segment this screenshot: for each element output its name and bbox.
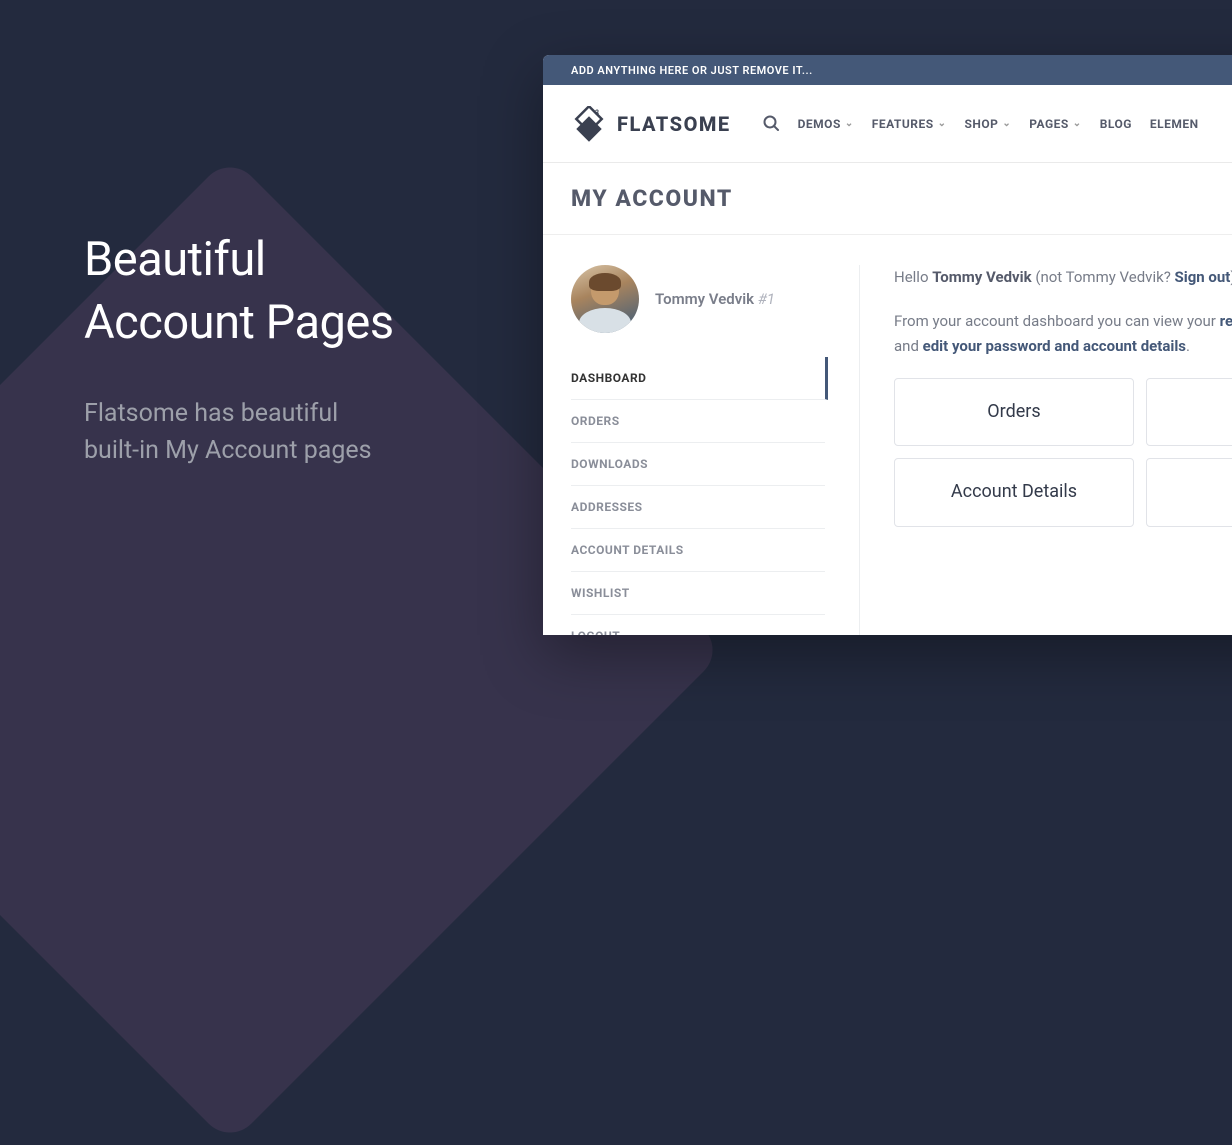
account-content: Hello Tommy Vedvik (not Tommy Vedvik? Si… [859, 265, 1232, 635]
menu-orders[interactable]: ORDERS [571, 400, 825, 443]
account-menu: DASHBOARD ORDERS DOWNLOADS ADDRESSES ACC… [571, 357, 825, 635]
nav-blog-label: BLOG [1100, 117, 1132, 131]
tile-account-details[interactable]: Account Details [894, 458, 1134, 527]
menu-logout[interactable]: LOGOUT [571, 615, 825, 635]
chevron-down-icon: ⌄ [1073, 118, 1082, 129]
main-header: 3 FLATSOME DEMOS ⌄ FEATURES ⌄ SHOP [543, 85, 1232, 163]
logo-text: FLATSOME [617, 112, 731, 136]
main-nav: DEMOS ⌄ FEATURES ⌄ SHOP ⌄ PAGES ⌄ BLOG E… [763, 115, 1199, 132]
menu-addresses[interactable]: ADDRESSES [571, 486, 825, 529]
hero-title: Beautiful Account Pages [84, 228, 504, 355]
hero-section: Beautiful Account Pages Flatsome has bea… [84, 228, 504, 470]
hero-subtitle-line2: built-in My Account pages [84, 436, 372, 465]
hero-subtitle-line1: Flatsome has beautiful [84, 399, 338, 428]
edit-details-link[interactable]: edit your password and account details [923, 337, 1186, 355]
user-row: Tommy Vedvik #1 [571, 265, 825, 333]
chevron-down-icon: ⌄ [845, 118, 854, 129]
nav-pages[interactable]: PAGES ⌄ [1029, 117, 1081, 131]
user-badge: #1 [758, 290, 775, 308]
nav-elements-label: ELEMEN [1150, 117, 1199, 131]
intro-part1: From your account dashboard you can view… [894, 312, 1220, 330]
flatsome-logo-icon: 3 [571, 106, 607, 142]
recent-orders-link[interactable]: recen [1220, 312, 1232, 330]
nav-pages-label: PAGES [1029, 117, 1069, 131]
dashboard-tiles: Orders Down Account Details Wis [894, 378, 1232, 527]
hero-title-line1: Beautiful [84, 232, 266, 287]
menu-account-details[interactable]: ACCOUNT DETAILS [571, 529, 825, 572]
search-icon[interactable] [763, 115, 780, 132]
menu-downloads[interactable]: DOWNLOADS [571, 443, 825, 486]
chevron-down-icon: ⌄ [938, 118, 947, 129]
intro-part3: . [1186, 337, 1190, 355]
logo[interactable]: 3 FLATSOME [571, 106, 731, 142]
page-title: MY ACCOUNT [571, 185, 1232, 212]
page-title-bar: MY ACCOUNT [543, 163, 1232, 235]
avatar [571, 265, 639, 333]
top-bar: ADD ANYTHING HERE OR JUST REMOVE IT... A… [543, 55, 1232, 85]
account-sidebar: Tommy Vedvik #1 DASHBOARD ORDERS DOWNLOA… [571, 265, 825, 635]
user-name-text: Tommy Vedvik [655, 290, 754, 308]
nav-shop-label: SHOP [964, 117, 998, 131]
tile-orders[interactable]: Orders [894, 378, 1134, 447]
nav-blog[interactable]: BLOG [1100, 117, 1132, 131]
intro-text: From your account dashboard you can view… [894, 309, 1232, 360]
intro-part2: and [894, 337, 923, 355]
nav-features-label: FEATURES [872, 117, 934, 131]
account-body: Tommy Vedvik #1 DASHBOARD ORDERS DOWNLOA… [543, 235, 1232, 635]
greeting-name: Tommy Vedvik [932, 268, 1031, 286]
nav-demos[interactable]: DEMOS ⌄ [798, 117, 854, 131]
nav-features[interactable]: FEATURES ⌄ [872, 117, 947, 131]
hero-subtitle: Flatsome has beautiful built-in My Accou… [84, 395, 504, 470]
hero-title-line2: Account Pages [84, 295, 394, 350]
chevron-down-icon: ⌄ [1002, 118, 1011, 129]
tile-downloads[interactable]: Down [1146, 378, 1232, 447]
nav-demos-label: DEMOS [798, 117, 841, 131]
user-name: Tommy Vedvik #1 [655, 290, 775, 308]
top-bar-message: ADD ANYTHING HERE OR JUST REMOVE IT... [571, 64, 813, 77]
greeting-prefix: Hello [894, 268, 932, 286]
greeting-not: (not Tommy Vedvik? [1032, 268, 1175, 286]
nav-elements[interactable]: ELEMEN [1150, 117, 1199, 131]
nav-shop[interactable]: SHOP ⌄ [964, 117, 1011, 131]
menu-wishlist[interactable]: WISHLIST [571, 572, 825, 615]
browser-window: ADD ANYTHING HERE OR JUST REMOVE IT... A… [543, 55, 1232, 635]
signout-link[interactable]: Sign out [1175, 268, 1231, 286]
greeting: Hello Tommy Vedvik (not Tommy Vedvik? Si… [894, 265, 1232, 291]
svg-text:3: 3 [595, 109, 599, 117]
menu-dashboard[interactable]: DASHBOARD [571, 357, 828, 400]
tile-wishlist[interactable]: Wis [1146, 458, 1232, 527]
